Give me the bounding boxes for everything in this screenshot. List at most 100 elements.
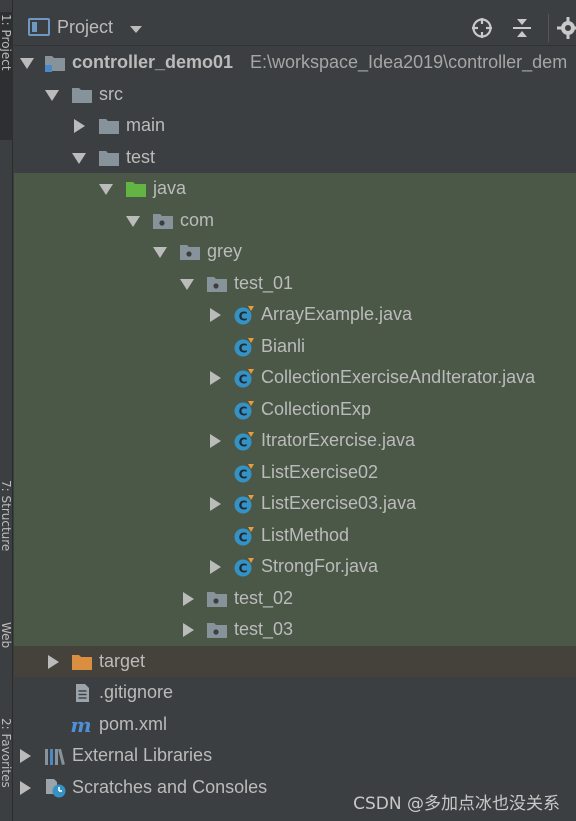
collapsed-arrow-icon[interactable] [17, 740, 33, 772]
java-class-icon: C [234, 526, 254, 545]
java-class-icon: C [234, 495, 254, 514]
header-separator [548, 14, 549, 42]
tree-row-com[interactable]: com [14, 204, 576, 237]
tree-row-collectionexerciseanditerator[interactable]: C CollectionExerciseAndIterator.java [14, 362, 576, 394]
expanded-arrow-icon[interactable] [179, 268, 195, 300]
tab-project-label: 1: Project [0, 14, 13, 71]
expanded-arrow-icon[interactable] [152, 236, 168, 268]
tree-row-label: pom.xml [99, 713, 168, 734]
tab-project[interactable]: 1: Project [0, 14, 13, 138]
tree-row-label: grey [207, 241, 243, 261]
collapsed-arrow-icon[interactable] [71, 110, 87, 142]
tree-row-label: src [99, 83, 123, 104]
tree-row-label: com [180, 209, 215, 230]
svg-text:C: C [239, 562, 248, 576]
expanded-arrow-icon[interactable] [71, 142, 87, 174]
tree-row-label: test_03 [234, 619, 294, 639]
collapsed-arrow-icon[interactable] [207, 362, 223, 394]
tree-row-test-02[interactable]: test_02 [14, 582, 576, 615]
expanded-arrow-icon[interactable] [19, 47, 35, 79]
watermark: CSDN @多加点冰也没关系 [353, 794, 560, 814]
tree-row-target[interactable]: target [14, 645, 576, 678]
svg-text:m: m [70, 715, 91, 735]
collapsed-arrow-icon[interactable] [207, 299, 223, 331]
collapsed-arrow-icon[interactable] [207, 425, 223, 457]
java-class-icon: C [234, 432, 254, 451]
dropdown-caret-icon[interactable] [130, 26, 142, 33]
collapsed-arrow-icon[interactable] [207, 551, 223, 583]
project-view-title[interactable]: Project [57, 17, 113, 38]
java-class-icon: C [234, 558, 254, 577]
folder-icon [72, 87, 92, 103]
tree-row-label: test_01 [234, 272, 294, 293]
tree-row-java[interactable]: java [14, 173, 576, 205]
collapsed-arrow-icon[interactable] [180, 614, 196, 646]
tree-row-collectionexp[interactable]: C CollectionExp [14, 393, 576, 425]
tab-web[interactable]: Web [0, 622, 13, 692]
tree-row-project-root[interactable]: controller_demo01 E:\workspace_Idea2019\… [14, 47, 576, 79]
tree-row-listexercise02[interactable]: C ListExercise02 [14, 456, 576, 488]
module-folder-icon [45, 56, 65, 72]
locate-icon[interactable] [470, 16, 494, 40]
tree-row-itratorexercise[interactable]: C ItratorExercise.java [14, 425, 576, 457]
tree-row-arrayexample[interactable]: C ArrayExample.java [14, 299, 576, 331]
tree-row-gitignore[interactable]: .gitignore [14, 677, 576, 709]
package-icon [207, 591, 227, 607]
project-path-text: E:\workspace_Idea2019\controller_dem [250, 52, 568, 72]
package-icon [153, 213, 173, 229]
tree-row-listmethod[interactable]: C ListMethod [14, 519, 576, 551]
expanded-arrow-icon[interactable] [98, 173, 114, 205]
tree-row-main[interactable]: main [14, 110, 576, 142]
collapsed-arrow-icon[interactable] [207, 488, 223, 520]
project-panel-header: Project [14, 10, 576, 46]
tree-row-label: ListExercise03.java [261, 493, 417, 513]
collapsed-arrow-icon[interactable] [17, 772, 33, 804]
collapsed-arrow-icon[interactable] [45, 646, 61, 678]
scratches-icon [46, 778, 66, 797]
tree-row-test-01[interactable]: test_01 [14, 267, 576, 300]
tree-row-label: .gitignore [99, 682, 174, 702]
svg-text:C: C [239, 530, 248, 544]
tree-row-label: test [126, 146, 156, 167]
svg-text:C: C [239, 404, 248, 418]
tree-row-pom[interactable]: m pom.xml [14, 709, 576, 741]
java-class-icon: C [234, 463, 254, 482]
tree-row-label: target [99, 650, 146, 671]
java-class-icon: C [234, 400, 254, 419]
package-icon [180, 245, 200, 260]
expanded-arrow-icon[interactable] [125, 205, 141, 237]
text-file-icon [76, 684, 89, 702]
tab-favorites[interactable]: 2: Favorites [0, 718, 13, 821]
tree-row-strongfor[interactable]: C StrongFor.java [14, 551, 576, 583]
tree-row-external-libraries[interactable]: External Libraries [14, 740, 576, 772]
tree-row-label: ListMethod [261, 524, 350, 545]
java-class-icon: C [234, 369, 254, 388]
tab-structure[interactable]: 7: Structure [0, 480, 13, 600]
svg-text:C: C [239, 436, 248, 450]
tree-row-label: CollectionExp [261, 398, 372, 419]
tree-row-test[interactable]: test [14, 142, 576, 174]
tree-row-label: Bianli [261, 335, 306, 356]
svg-text:C: C [239, 499, 248, 513]
java-class-icon: C [234, 306, 254, 325]
tree-row-listexercise03[interactable]: C ListExercise03.java [14, 488, 576, 520]
settings-icon[interactable] [556, 16, 576, 40]
folder-icon [99, 150, 119, 166]
tree-row-src[interactable]: src [14, 79, 576, 111]
collapsed-arrow-icon[interactable] [180, 583, 196, 615]
tree-row-bianli[interactable]: C Bianli [14, 330, 576, 362]
tree-row-test-03[interactable]: test_03 [14, 614, 576, 646]
expanded-arrow-icon[interactable] [44, 79, 60, 111]
test-sources-folder-icon [126, 182, 146, 197]
tree-row-label: StrongFor.java [261, 556, 379, 576]
svg-text:C: C [239, 341, 248, 355]
tab-web-label: Web [0, 622, 13, 649]
tree-row-grey[interactable]: grey [14, 236, 576, 268]
folder-icon [99, 119, 119, 134]
project-view-icon [28, 18, 50, 36]
collapse-all-icon[interactable] [510, 16, 534, 40]
tree-row-label: External Libraries [72, 745, 213, 765]
svg-text:C: C [239, 467, 248, 481]
package-icon [207, 623, 227, 638]
java-class-icon: C [234, 337, 254, 356]
